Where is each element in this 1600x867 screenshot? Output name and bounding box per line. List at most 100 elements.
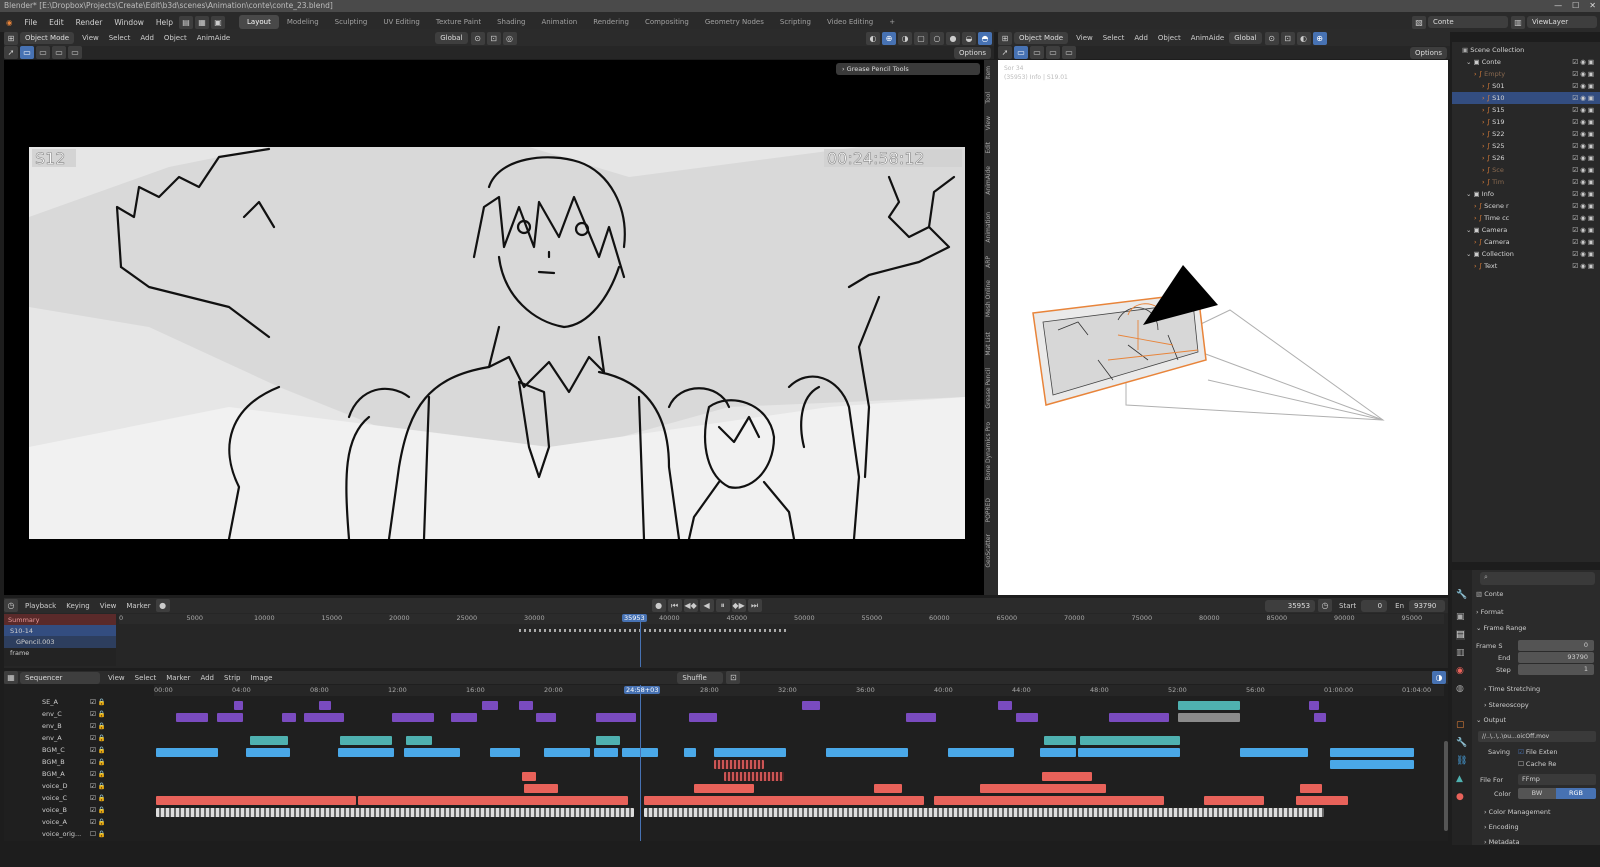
frame-start-field[interactable]: 0: [1518, 640, 1594, 651]
strip[interactable]: [406, 736, 432, 745]
scene-selector[interactable]: Conte: [1428, 16, 1508, 28]
strip[interactable]: [358, 796, 628, 805]
close-icon[interactable]: ✕: [1589, 0, 1596, 12]
view-layer-icon[interactable]: ▥: [1511, 15, 1525, 29]
strip[interactable]: [1109, 713, 1169, 722]
visibility-eye-icon[interactable]: ☑ ◉ ▣: [1572, 152, 1594, 164]
channel-mute-checkbox[interactable]: ☑ 🔒: [90, 732, 106, 744]
panel-time-stretching[interactable]: › Time Stretching: [1484, 685, 1540, 693]
strip[interactable]: [404, 748, 460, 757]
tab-texture-paint[interactable]: Texture Paint: [428, 15, 489, 29]
channel-mute-checkbox[interactable]: ☑ 🔒: [90, 696, 106, 708]
strip[interactable]: [217, 713, 243, 722]
tab-scripting[interactable]: Scripting: [772, 15, 819, 29]
select-box-icon[interactable]: ▭: [20, 46, 34, 59]
strip[interactable]: [826, 748, 908, 757]
tab-layout[interactable]: Layout: [239, 15, 279, 29]
next-key-icon[interactable]: ◆▶: [731, 599, 746, 612]
sequencer-channel[interactable]: voice_B ☑ 🔒: [4, 804, 154, 816]
color-bw-button[interactable]: BW: [1518, 788, 1556, 799]
strip[interactable]: [1314, 713, 1326, 722]
select-invert-icon-2[interactable]: ▭: [1062, 46, 1076, 59]
snap-icon-2[interactable]: ⊡: [1280, 31, 1295, 45]
ntab-grease-pencil[interactable]: Grease Pencil: [985, 368, 997, 409]
menu-view-timeline[interactable]: View: [95, 602, 122, 610]
tab-shading[interactable]: Shading: [489, 15, 533, 29]
menu-edit[interactable]: Edit: [43, 18, 70, 27]
vp2-menu-select[interactable]: Select: [1098, 34, 1130, 42]
strip[interactable]: [1080, 736, 1180, 745]
shading-wire-icon[interactable]: ○: [930, 31, 944, 45]
select-extend-icon-2[interactable]: ▭: [1030, 46, 1044, 59]
visibility-eye-icon[interactable]: ☑ ◉ ▣: [1572, 260, 1594, 272]
orientation-dropdown-2[interactable]: Global: [1229, 32, 1262, 44]
vp2-menu-add[interactable]: Add: [1129, 34, 1153, 42]
tab-compositing[interactable]: Compositing: [637, 15, 697, 29]
mode-dropdown-2[interactable]: Object Mode: [1014, 32, 1069, 44]
object-tab-icon[interactable]: ▢: [1456, 720, 1465, 730]
sequencer-channel[interactable]: SE_A ☑ 🔒: [4, 696, 154, 708]
autokey-icon[interactable]: ●: [155, 599, 170, 612]
outliner-row[interactable]: › ∫ S19 ☑ ◉ ▣: [1452, 116, 1600, 128]
sequencer-editor-icon[interactable]: ▦: [4, 671, 18, 684]
strip[interactable]: [1044, 736, 1076, 745]
panel-output[interactable]: ⌄ Output: [1476, 716, 1506, 724]
strip[interactable]: [392, 713, 434, 722]
current-frame-field[interactable]: 35953: [1265, 599, 1316, 612]
ntab-mat-list[interactable]: Mat List: [985, 332, 997, 356]
output-tab-icon[interactable]: ▤: [1456, 630, 1465, 640]
vp2-options-button[interactable]: Options: [1409, 46, 1447, 59]
file-extensions-checkbox[interactable]: ☑ File Exten: [1518, 748, 1557, 756]
gizmo-icon[interactable]: ⊕: [882, 31, 896, 45]
vp1-menu-select[interactable]: Select: [104, 34, 136, 42]
vp1-options-button[interactable]: Options: [953, 46, 991, 59]
outliner-row[interactable]: › ∫ Sce ☑ ◉ ▣: [1452, 164, 1600, 176]
xray-icon[interactable]: ▢: [914, 31, 928, 45]
outliner-row[interactable]: › ∫ Empty ☑ ◉ ▣: [1452, 68, 1600, 80]
strip[interactable]: [596, 736, 620, 745]
sequencer-channel[interactable]: voice_orig... ☐ 🔒: [4, 828, 154, 840]
minimize-icon[interactable]: —: [1554, 0, 1562, 12]
seq-menu-strip[interactable]: Strip: [219, 674, 245, 682]
strip[interactable]: [874, 784, 902, 793]
vp2-menu-view[interactable]: View: [1071, 34, 1098, 42]
channel-frame[interactable]: frame: [4, 647, 116, 659]
output-path-field[interactable]: //..\..\..\ou...oicOff.mov: [1478, 731, 1596, 742]
maximize-icon[interactable]: ☐: [1572, 0, 1579, 12]
visibility-eye-icon[interactable]: ☑ ◉ ▣: [1572, 188, 1594, 200]
jump-end-icon[interactable]: ⏭: [747, 599, 762, 612]
visibility-eye-icon[interactable]: ☑ ◉ ▣: [1572, 236, 1594, 248]
pivot-icon[interactable]: ⊙: [470, 31, 485, 45]
ntab-bone-dynamics[interactable]: Bone Dynamics Pro: [985, 422, 997, 480]
strip[interactable]: [934, 796, 1164, 805]
strip[interactable]: [156, 808, 634, 817]
strip[interactable]: [340, 736, 392, 745]
strip[interactable]: [644, 796, 924, 805]
outliner-row[interactable]: ⌄ ▣ Camera ☑ ◉ ▣: [1452, 224, 1600, 236]
ntab-tool[interactable]: Tool: [985, 92, 997, 104]
strip[interactable]: [724, 772, 784, 781]
frame-end-field[interactable]: 93790: [1518, 652, 1594, 663]
strip[interactable]: [544, 748, 590, 757]
visibility-eye-icon[interactable]: ☑ ◉ ▣: [1572, 176, 1594, 188]
strip[interactable]: [694, 784, 754, 793]
sequencer-channel[interactable]: voice_A ☑ 🔒: [4, 816, 154, 828]
sequencer-ruler[interactable]: 00:00 04:00 08:00 12:00 16:00 20:00 24:58+03 28…: [154, 685, 1444, 696]
channel-mute-checkbox[interactable]: ☑ 🔒: [90, 816, 106, 828]
outliner-row[interactable]: › ∫ Time cc ☑ ◉ ▣: [1452, 212, 1600, 224]
strip[interactable]: [1078, 748, 1180, 757]
visibility-eye-icon[interactable]: ☑ ◉ ▣: [1572, 116, 1594, 128]
ntab-geoscatter[interactable]: GeoScatter: [985, 534, 997, 568]
outliner-scene-collection[interactable]: ▣ Scene Collection: [1452, 44, 1600, 56]
menu-keying[interactable]: Keying: [61, 602, 95, 610]
gizmo-icon-2[interactable]: ⊕: [1312, 31, 1327, 45]
strip[interactable]: [948, 748, 1014, 757]
strip[interactable]: [250, 736, 288, 745]
outliner-row[interactable]: › ∫ Tim ☑ ◉ ▣: [1452, 176, 1600, 188]
camera-object[interactable]: [998, 60, 1448, 595]
tab-geometry-nodes[interactable]: Geometry Nodes: [697, 15, 772, 29]
vp1-menu-object[interactable]: Object: [159, 34, 192, 42]
sequencer-channel[interactable]: voice_D ☑ 🔒: [4, 780, 154, 792]
visibility-eye-icon[interactable]: ☑ ◉ ▣: [1572, 104, 1594, 116]
start-frame-field[interactable]: 0: [1361, 599, 1388, 612]
